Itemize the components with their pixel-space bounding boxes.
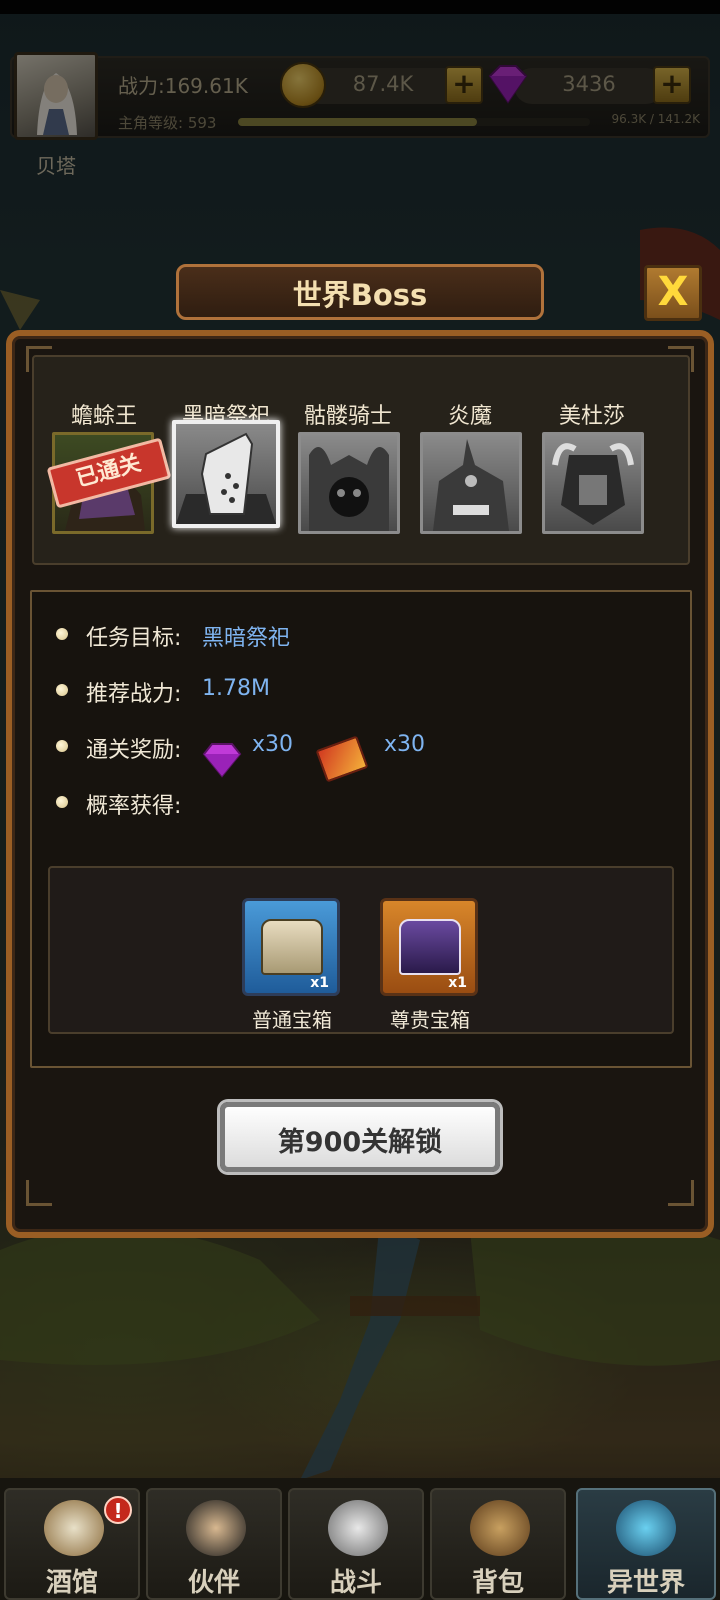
nav-label-battle: 战斗 bbox=[329, 1568, 382, 1598]
boss-name: 蟾蜍王 bbox=[70, 404, 137, 429]
skeleton-knight-portrait-icon bbox=[309, 447, 389, 531]
chance-drop-label: 概率获得: bbox=[86, 794, 182, 819]
bullet-dot bbox=[56, 740, 68, 752]
clear-reward-label: 通关奖励: bbox=[86, 738, 182, 763]
chest-normal-slot[interactable]: x1 bbox=[242, 898, 340, 996]
reward-gem-icon bbox=[202, 743, 242, 778]
noble-chest-icon bbox=[399, 919, 461, 975]
nav-label-backpack: 背包 bbox=[471, 1568, 524, 1598]
boss-card-medusa[interactable] bbox=[542, 432, 644, 534]
partner-face-icon bbox=[186, 1500, 246, 1556]
portal-icon bbox=[616, 1500, 676, 1556]
chest-normal-label: 普通宝箱 bbox=[252, 1008, 332, 1032]
reward-gem-count: x30 bbox=[252, 732, 294, 757]
boss-card-flame-demon[interactable] bbox=[420, 432, 522, 534]
chest-noble-label: 尊贵宝箱 bbox=[390, 1008, 470, 1032]
corner-ornament bbox=[26, 1180, 52, 1206]
beer-mug-icon bbox=[44, 1500, 104, 1556]
bullet-dot bbox=[56, 628, 68, 640]
boss-name: 炎魔 bbox=[447, 404, 492, 429]
boss-name: 骷髅骑士 bbox=[303, 404, 392, 429]
backpack-icon bbox=[470, 1500, 530, 1556]
reward-ticket-count: x30 bbox=[384, 732, 426, 757]
nav-label-tavern: 酒馆 bbox=[45, 1568, 98, 1598]
recommended-power-label: 推荐战力: bbox=[86, 682, 182, 707]
boss-card-dark-priest[interactable] bbox=[172, 420, 280, 528]
medusa-portrait-icon bbox=[552, 443, 634, 525]
chest-count: x1 bbox=[448, 975, 467, 991]
chest-count: x1 bbox=[310, 975, 329, 991]
target-label: 任务目标: bbox=[86, 626, 182, 651]
close-button[interactable]: X bbox=[644, 265, 702, 321]
boss-card-skeleton-knight[interactable] bbox=[298, 432, 400, 534]
corner-ornament bbox=[26, 346, 52, 372]
dialog-title: 世界Boss bbox=[292, 278, 428, 312]
notification-badge: ! bbox=[104, 1496, 132, 1524]
nav-label-partners: 伙伴 bbox=[187, 1568, 240, 1598]
chest-noble-slot[interactable]: x1 bbox=[380, 898, 478, 996]
nav-label-other-world: 异世界 bbox=[606, 1568, 685, 1598]
normal-chest-icon bbox=[261, 919, 323, 975]
crossed-swords-icon bbox=[328, 1500, 388, 1556]
drop-chest-area bbox=[48, 866, 674, 1034]
target-value: 黑暗祭祀 bbox=[202, 626, 291, 651]
bullet-dot bbox=[56, 796, 68, 808]
flame-demon-portrait-icon bbox=[433, 439, 509, 531]
corner-ornament bbox=[668, 1180, 694, 1206]
recommended-power-value: 1.78M bbox=[202, 676, 270, 701]
corner-ornament bbox=[668, 346, 694, 372]
boss-name: 美杜莎 bbox=[558, 404, 625, 429]
unlock-stage-label: 第900关解锁 bbox=[277, 1127, 443, 1158]
bullet-dot bbox=[56, 684, 68, 696]
dark-priest-portrait-icon bbox=[176, 432, 276, 524]
